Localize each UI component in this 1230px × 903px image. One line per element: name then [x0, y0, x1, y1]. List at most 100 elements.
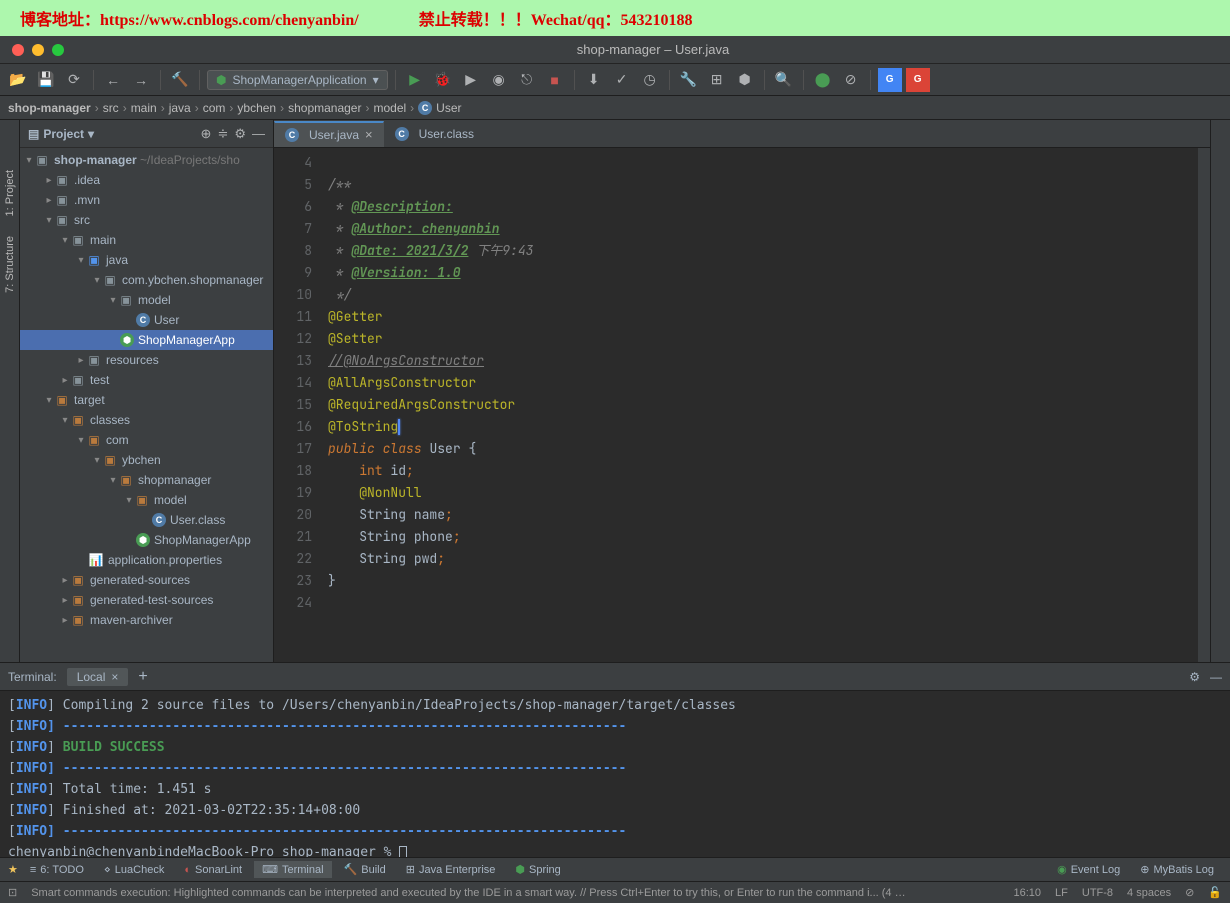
- vcs-commit-icon[interactable]: ✓: [610, 68, 634, 92]
- tab-user-java[interactable]: CUser.java×: [274, 121, 384, 147]
- tree-java[interactable]: java: [106, 253, 128, 267]
- no-entry-icon[interactable]: ⊘: [839, 68, 863, 92]
- tree-gensrc[interactable]: generated-sources: [90, 573, 190, 587]
- hide-icon[interactable]: —: [1210, 670, 1222, 684]
- tree-target[interactable]: target: [74, 393, 105, 407]
- tree-model[interactable]: model: [138, 293, 171, 307]
- google-plus-icon[interactable]: G: [906, 68, 930, 92]
- close-window-icon[interactable]: [12, 44, 24, 56]
- gear-icon[interactable]: ⚙: [1189, 670, 1200, 684]
- btab-sonar[interactable]: ◐SonarLint: [176, 862, 250, 878]
- rail-structure[interactable]: 7: Structure: [2, 226, 18, 303]
- run-icon[interactable]: ▶: [403, 68, 427, 92]
- gear-icon[interactable]: ⚙: [234, 126, 246, 142]
- tree-test[interactable]: test: [90, 373, 109, 387]
- bc-2[interactable]: main: [131, 101, 157, 115]
- btab-eventlog[interactable]: ◉Event Log: [1049, 861, 1128, 878]
- btab-build[interactable]: 🔨Build: [336, 861, 394, 878]
- btab-java[interactable]: ⊞Java Enterprise: [398, 861, 504, 878]
- project-icon: ▤: [28, 127, 39, 141]
- status-enc[interactable]: UTF-8: [1082, 887, 1113, 899]
- add-terminal-icon[interactable]: +: [138, 668, 147, 686]
- tree-model2[interactable]: model: [154, 493, 187, 507]
- tree-user[interactable]: User: [154, 313, 179, 327]
- bc-7[interactable]: model: [373, 101, 406, 115]
- close-icon[interactable]: ×: [111, 670, 118, 684]
- tree-approps[interactable]: application.properties: [108, 553, 222, 567]
- lock-icon[interactable]: 🔓: [1208, 886, 1222, 899]
- btab-mybatis[interactable]: ⊕MyBatis Log: [1132, 861, 1222, 878]
- avatar-icon[interactable]: ⬤: [811, 68, 835, 92]
- tree-sm[interactable]: shopmanager: [138, 473, 211, 487]
- tree-userclass[interactable]: User.class: [170, 513, 225, 527]
- search-icon[interactable]: 🔍: [772, 68, 796, 92]
- build-icon[interactable]: 🔨: [168, 68, 192, 92]
- tree-app2[interactable]: ShopManagerApp: [154, 533, 251, 547]
- error-stripe[interactable]: [1198, 148, 1210, 662]
- maximize-window-icon[interactable]: [52, 44, 64, 56]
- bc-6[interactable]: shopmanager: [288, 101, 361, 115]
- code-content[interactable]: /** * @Description: * @Author: chenyanbi…: [328, 148, 1210, 662]
- star-icon[interactable]: ★: [8, 863, 18, 876]
- tree-src[interactable]: src: [74, 213, 90, 227]
- bc-0[interactable]: shop-manager: [8, 101, 91, 115]
- editor-tabs: CUser.java× CUser.class: [274, 120, 1210, 148]
- shield-icon[interactable]: ⊘: [1185, 886, 1194, 899]
- terminal-tab-local[interactable]: Local×: [67, 668, 129, 686]
- tree-res[interactable]: resources: [106, 353, 159, 367]
- coverage-icon[interactable]: ▶: [459, 68, 483, 92]
- status-indent[interactable]: 4 spaces: [1127, 887, 1171, 899]
- traffic-lights[interactable]: [0, 44, 76, 56]
- status-sep[interactable]: LF: [1055, 887, 1068, 899]
- project-tree[interactable]: ▾▣shop-manager ~/IdeaProjects/sho ▸▣.ide…: [20, 148, 273, 662]
- debug-icon[interactable]: 🐞: [431, 68, 455, 92]
- hide-icon[interactable]: —: [252, 126, 265, 141]
- tree-root[interactable]: shop-manager: [54, 153, 137, 167]
- sdk-icon[interactable]: ⬢: [733, 68, 757, 92]
- tree-pkg[interactable]: com.ybchen.shopmanager: [122, 273, 263, 287]
- google-icon[interactable]: G: [878, 68, 902, 92]
- status-pos[interactable]: 16:10: [1014, 887, 1042, 899]
- close-icon[interactable]: ×: [365, 127, 373, 142]
- tree-ybchen[interactable]: ybchen: [122, 453, 161, 467]
- save-icon[interactable]: 💾: [34, 68, 58, 92]
- bc-5[interactable]: ybchen: [237, 101, 276, 115]
- btab-lua[interactable]: ⋄LuaCheck: [96, 861, 172, 878]
- tree-archiver[interactable]: maven-archiver: [90, 613, 173, 627]
- project-structure-icon[interactable]: ⊞: [705, 68, 729, 92]
- code-editor[interactable]: 456789101112131415161718192021222324 /**…: [274, 148, 1210, 662]
- attach-icon[interactable]: ⎋: [515, 68, 539, 92]
- btab-spring[interactable]: ⬢Spring: [507, 861, 568, 878]
- chevron-down-icon[interactable]: ▾: [88, 127, 94, 141]
- status-icon[interactable]: ⊡: [8, 886, 17, 899]
- vcs-update-icon[interactable]: ⬇: [582, 68, 606, 92]
- terminal-output[interactable]: [INFO] Compiling 2 source files to /User…: [0, 691, 1230, 857]
- reload-icon[interactable]: ⟳: [62, 68, 86, 92]
- btab-todo[interactable]: ≡6: TODO: [22, 862, 92, 878]
- tab-user-class[interactable]: CUser.class: [384, 121, 485, 147]
- profile-icon[interactable]: ◉: [487, 68, 511, 92]
- back-icon[interactable]: ←: [101, 68, 125, 92]
- forward-icon[interactable]: →: [129, 68, 153, 92]
- bc-1[interactable]: src: [103, 101, 119, 115]
- settings-icon[interactable]: 🔧: [677, 68, 701, 92]
- tree-idea[interactable]: .idea: [74, 173, 100, 187]
- tree-com[interactable]: com: [106, 433, 129, 447]
- run-config-dropdown[interactable]: ⬢ ShopManagerApplication ▾: [207, 70, 388, 90]
- bc-8[interactable]: User: [436, 101, 461, 115]
- tree-gentest[interactable]: generated-test-sources: [90, 593, 213, 607]
- bc-4[interactable]: com: [203, 101, 226, 115]
- locate-icon[interactable]: ⊕: [201, 126, 212, 142]
- btab-terminal[interactable]: ⌨Terminal: [254, 861, 331, 878]
- rail-project[interactable]: 1: Project: [2, 160, 18, 226]
- vcs-history-icon[interactable]: ◷: [638, 68, 662, 92]
- minimize-window-icon[interactable]: [32, 44, 44, 56]
- bc-3[interactable]: java: [169, 101, 191, 115]
- tree-mvn[interactable]: .mvn: [74, 193, 100, 207]
- collapse-icon[interactable]: ≑: [217, 126, 228, 142]
- open-icon[interactable]: 📂: [6, 68, 30, 92]
- stop-icon[interactable]: ■: [543, 68, 567, 92]
- tree-classes[interactable]: classes: [90, 413, 130, 427]
- tree-app[interactable]: ShopManagerApp: [138, 333, 235, 347]
- tree-main[interactable]: main: [90, 233, 116, 247]
